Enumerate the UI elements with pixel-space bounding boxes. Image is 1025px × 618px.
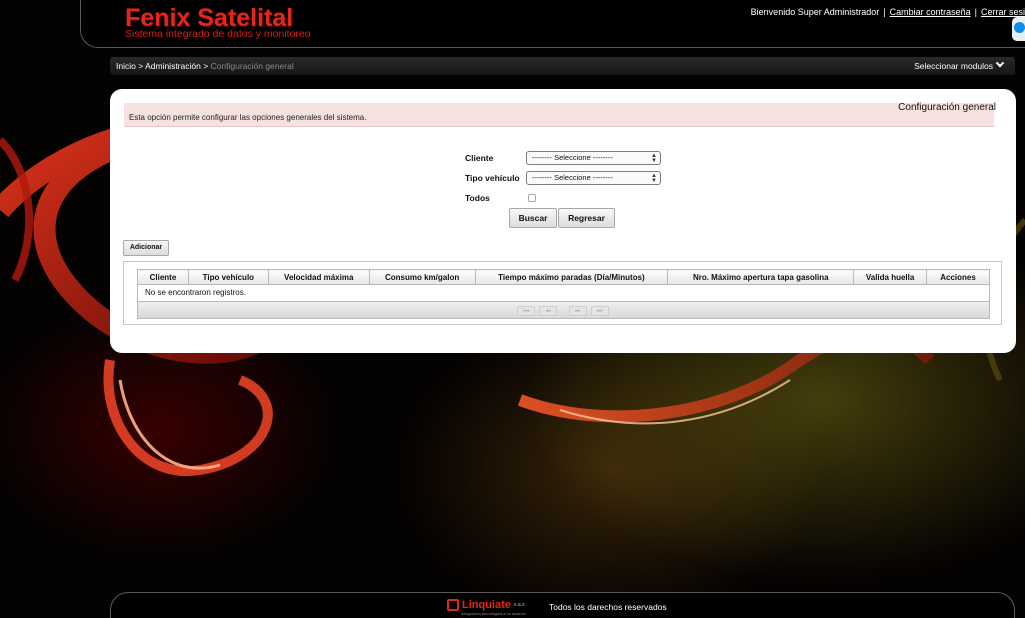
change-password-link[interactable]: Cambiar contraseña <box>890 7 971 17</box>
breadcrumb: Inicio > Administración > Configuración … <box>110 57 1015 75</box>
empty-message: No se encontraron registros. <box>137 284 990 301</box>
table-row: No se encontraron registros. <box>137 284 990 301</box>
vehicle-type-label: Tipo vehículo <box>465 173 520 183</box>
remote-support-icon[interactable] <box>1012 17 1025 41</box>
logout-link[interactable]: Cerrar sesi <box>981 7 1025 17</box>
breadcrumb-separator: > <box>138 61 144 71</box>
all-checkbox[interactable] <box>528 194 536 202</box>
table-header-row: Cliente Tipo vehículo Velocidad máxima C… <box>137 269 990 285</box>
vehicle-type-select[interactable]: -------- Seleccione -------- ▲ ▼ <box>526 171 661 185</box>
column-header[interactable]: Acciones <box>926 269 990 285</box>
chevron-down-icon <box>995 58 1005 68</box>
last-page-button[interactable]: ▸▸| <box>591 306 609 316</box>
client-select-value: -------- Seleccione -------- <box>532 153 613 162</box>
breadcrumb-current: Configuración general <box>210 61 294 71</box>
next-page-button[interactable]: ▸▸ <box>569 306 587 316</box>
column-header[interactable]: Cliente <box>137 269 189 285</box>
client-select[interactable]: -------- Seleccione -------- ▲ ▼ <box>526 151 661 165</box>
welcome-text: Bienvenido Super Administrador <box>750 7 880 17</box>
all-label: Todos <box>465 193 490 203</box>
logo-title: Fenix Satelital <box>125 4 294 32</box>
company-logo: Linquiate s.a.s Integración tecnológica … <box>447 599 526 616</box>
pagination-bar: |◂◂ ◂◂ ▸▸ ▸▸| <box>137 301 990 319</box>
client-label: Cliente <box>465 153 494 163</box>
column-header[interactable]: Tiempo máximo paradas (Día/Minutos) <box>474 269 669 285</box>
column-header[interactable]: Valida huella <box>853 269 928 285</box>
column-header[interactable]: Consumo km/galon <box>368 269 476 285</box>
remote-support-dot <box>1014 22 1025 33</box>
select-arrows-icon: ▲ ▼ <box>651 153 657 164</box>
app-header: Fenix Satelital Sistema integrado de dat… <box>80 0 1025 48</box>
company-logo-icon <box>447 599 459 612</box>
breadcrumb-home[interactable]: Inicio <box>116 61 136 71</box>
company-tagline: Integración tecnológica a su alcance <box>461 611 526 616</box>
info-notice: Esta opción permite configurar las opcio… <box>124 102 996 127</box>
notice-message: Esta opción permite configurar las opcio… <box>129 113 367 122</box>
first-page-button[interactable]: |◂◂ <box>517 306 535 316</box>
company-name: Linquiate <box>462 599 511 612</box>
copyright-text: Todos los darechos reservados <box>549 602 667 612</box>
column-header[interactable]: Nro. Máximo apertura tapa gasolina <box>667 269 855 285</box>
link-separator: | <box>974 7 977 17</box>
search-button[interactable]: Buscar <box>509 208 557 228</box>
app-logo[interactable]: Fenix Satelital Sistema integrado de dat… <box>125 6 311 40</box>
breadcrumb-separator: > <box>203 61 209 71</box>
column-header[interactable]: Tipo vehículo <box>187 269 269 285</box>
back-button[interactable]: Regresar <box>558 208 615 228</box>
user-links: Bienvenido Super Administrador | Cambiar c… <box>751 7 1025 17</box>
link-separator: | <box>883 7 886 17</box>
results-table: Cliente Tipo vehículo Velocidad máxima C… <box>137 269 990 301</box>
app-footer: Linquiate s.a.s Integración tecnológica … <box>110 592 1015 618</box>
select-arrows-icon: ▲ ▼ <box>651 173 657 184</box>
select-modules-menu[interactable]: Seleccionar modulos <box>914 57 1005 75</box>
vehicle-type-select-value: -------- Seleccione -------- <box>532 173 613 182</box>
main-panel: Esta opción permite configurar las opcio… <box>110 89 1016 353</box>
results-grid-container: Cliente Tipo vehículo Velocidad máxima C… <box>123 261 1002 325</box>
column-header[interactable]: Velocidad máxima <box>267 269 370 285</box>
breadcrumb-admin[interactable]: Administración <box>145 61 201 71</box>
logo-subtitle: Sistema integrado de datos y monitoreo <box>125 28 311 40</box>
page-title: Configuración general <box>898 102 996 113</box>
add-button[interactable]: Adicionar <box>123 240 169 256</box>
company-suffix: s.a.s <box>513 602 525 609</box>
select-modules-label: Seleccionar modulos <box>914 61 993 71</box>
previous-page-button[interactable]: ◂◂ <box>539 306 557 316</box>
